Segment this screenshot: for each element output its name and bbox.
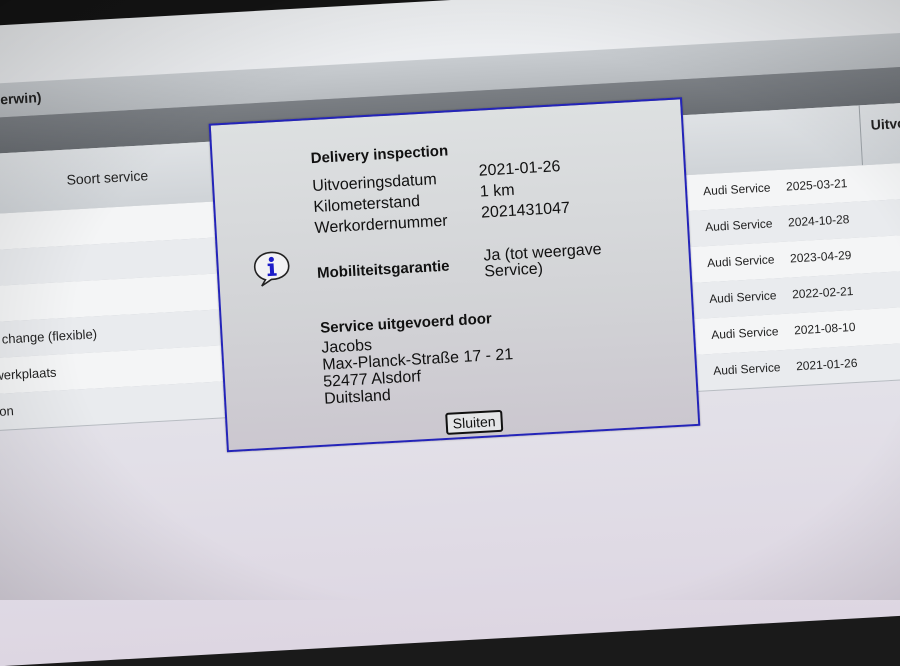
cell-provider: Audi Service xyxy=(708,288,777,307)
mobility-guarantee-value: Ja (tot weergave Service) xyxy=(482,241,603,281)
mobility-guarantee-label: Mobiliteitsgarantie xyxy=(316,257,450,282)
service-by-label: Service uitgevoerd door xyxy=(319,310,493,337)
cell-date: 2023-04-29 xyxy=(789,248,852,266)
column-header-date-label: Uitvoe xyxy=(870,114,900,133)
cell-date: 2021-01-26 xyxy=(795,355,858,374)
service-detail-dialog: Delivery inspection Uitvoeringsdatum 202… xyxy=(208,97,701,453)
dialog-title: Delivery inspection xyxy=(310,142,449,168)
column-header-date[interactable]: Uitvoe xyxy=(858,100,900,166)
info-icon xyxy=(252,249,292,287)
cell-date: 2024-10-28 xyxy=(787,212,850,230)
close-button[interactable]: Sluiten xyxy=(445,409,504,435)
app-screen: VD, erwin) Soort service Uitvoe Audi Ser… xyxy=(0,0,900,666)
cell-date: 2022-02-21 xyxy=(791,284,854,302)
cell-service: ion xyxy=(0,403,15,420)
field-value-execution-date: 2021-01-26 xyxy=(478,158,561,180)
column-header-service[interactable]: Soort service xyxy=(66,167,148,188)
address-line: Duitsland xyxy=(323,386,392,408)
window-title: VD, erwin) xyxy=(0,89,42,109)
cell-provider: Audi Service xyxy=(702,180,771,199)
cell-provider: Audi Service xyxy=(706,252,775,271)
cell-date: 2021-08-10 xyxy=(793,319,856,338)
field-label-work-order: Werkordernummer xyxy=(314,212,449,237)
cell-provider: Audi Service xyxy=(704,216,773,235)
cell-date: 2025-03-21 xyxy=(785,176,848,194)
field-value-work-order: 2021431047 xyxy=(480,199,571,222)
field-label-mileage: Kilometerstand xyxy=(313,193,421,216)
field-value-mileage: 1 km xyxy=(479,181,515,201)
cell-service: werkplaats xyxy=(0,364,57,384)
cell-service: il change (flexible) xyxy=(0,326,98,348)
cell-provider: Audi Service xyxy=(710,324,779,342)
cell-provider: Audi Service xyxy=(712,360,781,378)
